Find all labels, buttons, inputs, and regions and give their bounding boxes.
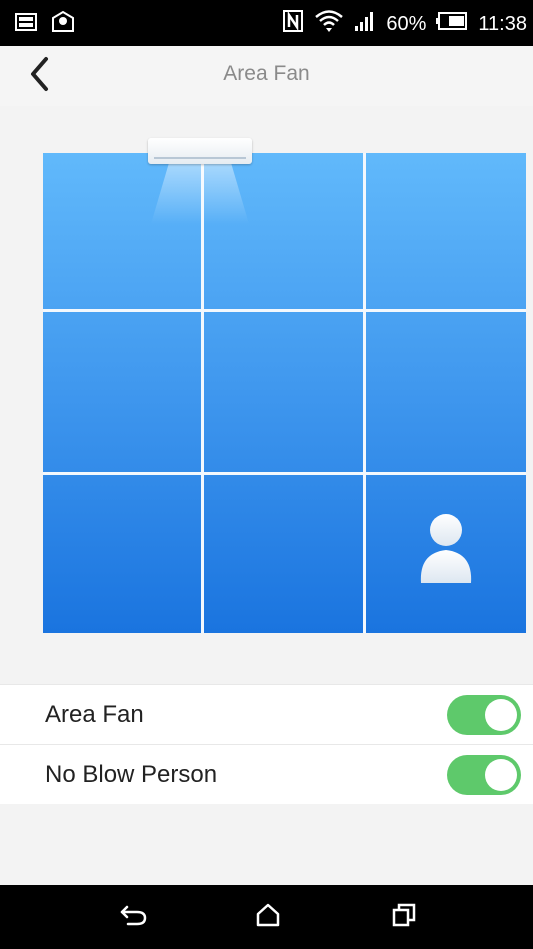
grid-cell-2-3[interactable]	[366, 312, 526, 472]
setting-row-area-fan: Area Fan	[0, 684, 533, 744]
room-grid	[43, 138, 526, 633]
app-header: Area Fan	[0, 46, 533, 106]
recents-nav-button[interactable]	[384, 899, 424, 935]
home-nav-icon	[254, 902, 282, 933]
air-conditioner-icon	[148, 138, 252, 164]
clock: 11:38	[478, 12, 527, 35]
system-status: 60% 11:38	[282, 8, 527, 40]
battery-percent: 60%	[386, 12, 427, 35]
back-nav-icon	[119, 903, 149, 932]
grid-divider	[43, 309, 526, 312]
grid-cell-2-2[interactable]	[204, 312, 363, 472]
settings-list: Area Fan No Blow Person	[0, 684, 533, 804]
signal-icon	[354, 10, 376, 38]
status-bar: 60% 11:38	[0, 0, 533, 46]
setting-label: No Blow Person	[45, 760, 218, 788]
grid-divider	[201, 153, 204, 633]
setting-label: Area Fan	[45, 700, 144, 728]
notification-icons	[14, 10, 76, 39]
grid-cell-3-1[interactable]	[43, 475, 201, 633]
navigation-bar	[0, 885, 533, 949]
setting-row-no-blow-person: No Blow Person	[0, 744, 533, 804]
grid-divider	[43, 472, 526, 475]
person-icon	[417, 513, 475, 585]
area-fan-toggle[interactable]	[447, 695, 521, 735]
grid-cell-3-2[interactable]	[204, 475, 363, 633]
back-nav-button[interactable]	[114, 899, 154, 935]
wifi-icon	[314, 8, 344, 40]
nfc-icon	[282, 9, 304, 39]
image-notification-icon	[14, 10, 38, 39]
mail-notification-icon	[50, 10, 76, 39]
recents-nav-icon	[391, 902, 417, 933]
home-nav-button[interactable]	[248, 899, 288, 935]
room-view	[0, 106, 533, 684]
battery-icon	[436, 11, 468, 37]
grid-cell-1-3[interactable]	[366, 153, 526, 309]
toggle-knob	[485, 699, 517, 731]
grid-divider	[363, 153, 366, 633]
page-title: Area Fan	[223, 62, 310, 85]
no-blow-person-toggle[interactable]	[447, 755, 521, 795]
toggle-knob	[485, 759, 517, 791]
grid-cell-2-1[interactable]	[43, 312, 201, 472]
